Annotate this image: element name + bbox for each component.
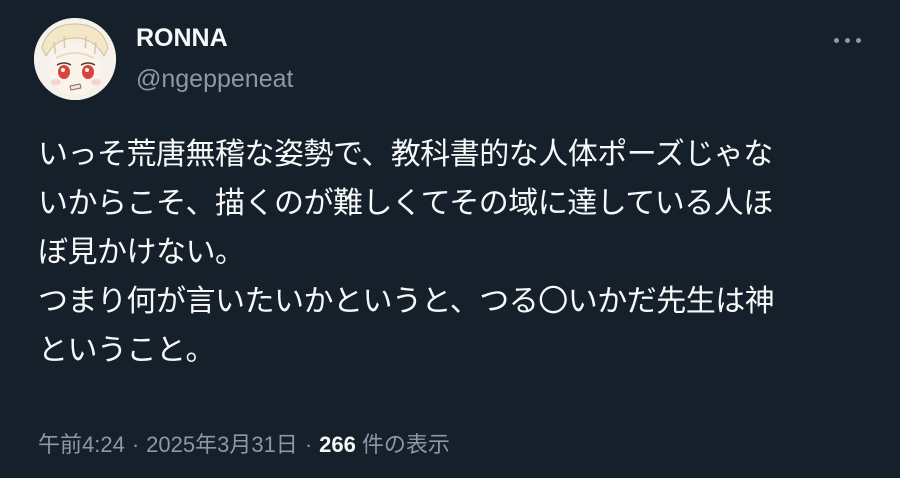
tweet-text: いっそ荒唐無稽な姿勢で、教科書的な人体ポーズじゃな いからこそ、描くのが難しくて… [38,130,888,375]
tweet-time[interactable]: 午前4:24 [38,432,125,457]
more-horizontal-icon [845,38,850,43]
display-name[interactable]: RONNA [136,24,228,53]
avatar[interactable] [34,18,116,100]
tweet-text-line: いからこそ、描くのが難しくてその域に達している人ほ [38,186,773,221]
more-horizontal-icon [834,38,839,43]
meta-separator: · [304,432,313,457]
more-horizontal-icon [856,38,861,43]
tweet-text-line: いっそ荒唐無稽な姿勢で、教科書的な人体ポーズじゃな [38,137,773,172]
tweet-card: RONNA @ngeppeneat いっそ荒唐無稽な姿勢で、教科書的な人体ポーズ… [0,0,900,478]
tweet-meta: 午前4:24 · 2025年3月31日 · 266 件の表示 [38,427,450,459]
tweet-date[interactable]: 2025年3月31日 [146,432,298,457]
avatar-illustration-icon [34,18,116,100]
tweet-text-line: つまり何が言いたいかというと、つる〇いかだ先生は神 [38,284,775,319]
views-label: 件の表示 [361,432,450,457]
meta-separator: · [131,432,140,457]
views-count: 266 [319,432,356,457]
more-options-button[interactable] [828,26,868,54]
user-handle[interactable]: @ngeppeneat [136,65,293,94]
tweet-text-line: ということ。 [38,333,216,368]
tweet-text-line: ぼ見かけない。 [38,235,245,270]
